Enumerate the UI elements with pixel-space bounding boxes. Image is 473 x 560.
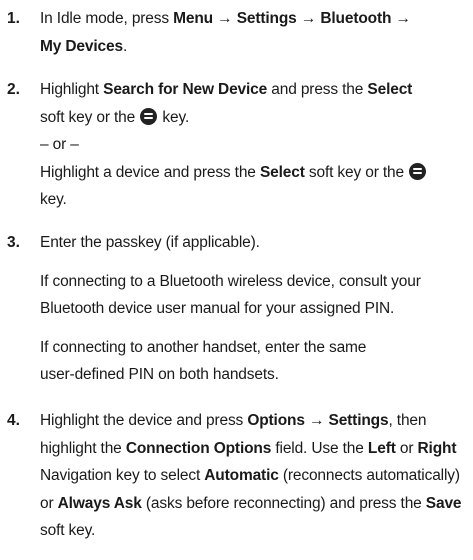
step-text: Enter the passkey (if applicable). If co… [40,229,468,389]
step-text: In Idle mode, press Menu → Settings → Bl… [40,10,411,55]
step-text: Highlight the device and press Options →… [40,412,462,539]
step-3-note-bluetooth: If connecting to a Bluetooth wireless de… [40,272,421,318]
menu-ok-key-icon [140,107,158,125]
step-3-instruction: Enter the passkey (if applicable). [40,234,260,251]
step-number: 1. [7,10,20,27]
or-separator: – or – [40,136,79,153]
step-text: Highlight Search for New Device and pres… [40,76,468,214]
step-number: 3. [7,234,20,251]
step-3-note-handset: If connecting to another handset, enter … [40,338,367,384]
menu-ok-key-icon [409,162,427,180]
step-number: 2. [7,81,20,98]
instruction-page: 1. In Idle mode, press Menu → Settings →… [0,0,473,560]
step-number: 4. [7,412,20,429]
